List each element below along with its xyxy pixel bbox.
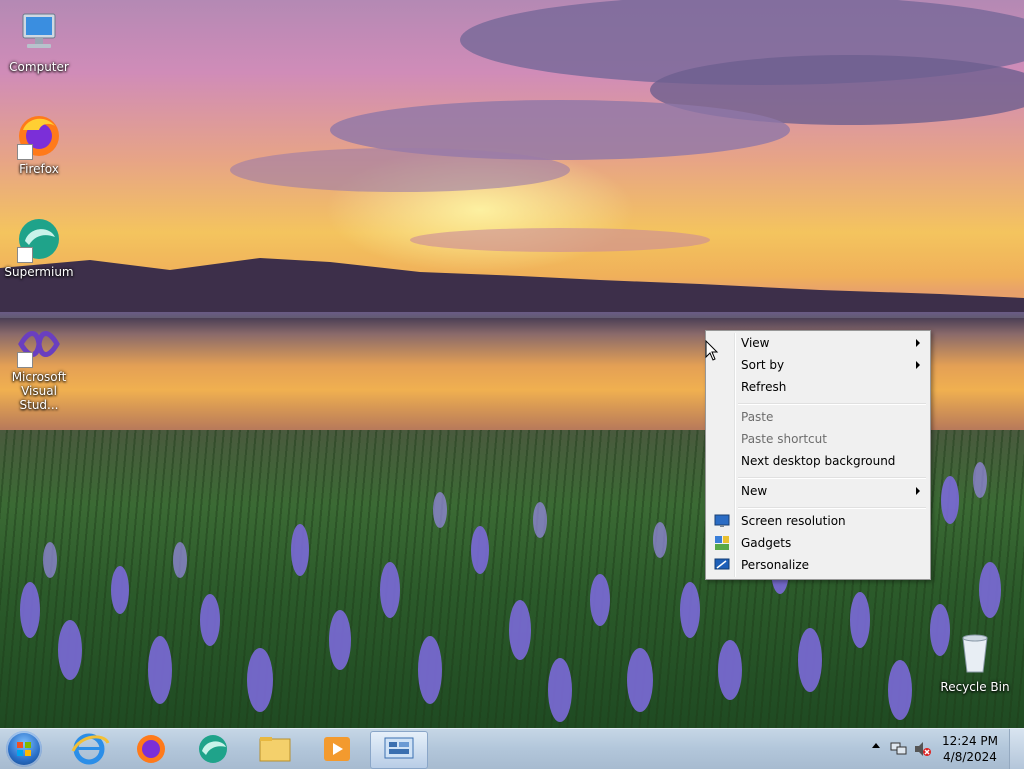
- start-orb-icon: [17, 742, 31, 756]
- menu-item-label: Personalize: [741, 558, 810, 572]
- menu-item-screen-resolution[interactable]: Screen resolution: [708, 510, 928, 532]
- desktop-icon-computer[interactable]: Computer: [1, 10, 77, 74]
- menu-item-gadgets[interactable]: Gadgets: [708, 532, 928, 554]
- volume-muted-icon[interactable]: [914, 741, 932, 757]
- computer-icon: [15, 10, 63, 58]
- desktop-icon-label: Firefox: [19, 162, 59, 176]
- supermium-icon: [199, 735, 227, 763]
- taskbar-internet-explorer[interactable]: [64, 731, 114, 767]
- mouse-cursor-icon: [705, 340, 719, 361]
- menu-item-paste-shortcut[interactable]: Paste shortcut: [708, 428, 928, 450]
- media-player-icon: [324, 737, 350, 761]
- desktop-context-menu: View Sort by Refresh Paste Paste shortcu…: [705, 330, 931, 580]
- menu-item-personalize[interactable]: Personalize: [708, 554, 928, 576]
- menu-item-label: Next desktop background: [741, 454, 896, 468]
- recycle-bin-icon: [951, 630, 999, 678]
- desktop-icon-supermium[interactable]: Supermium: [1, 215, 77, 279]
- shortcut-arrow-icon: [17, 144, 33, 160]
- desktop-icon-visual-studio[interactable]: Microsoft Visual Stud...: [1, 320, 77, 412]
- menu-item-label: Screen resolution: [741, 514, 846, 528]
- menu-item-label: View: [741, 336, 770, 350]
- taskbar-file-explorer[interactable]: [250, 731, 300, 767]
- menu-separator: [738, 477, 926, 479]
- screen-resolution-icon: [714, 514, 730, 527]
- personalize-icon: [714, 558, 730, 570]
- supermium-icon: [15, 215, 63, 263]
- internet-explorer-icon: [71, 733, 110, 765]
- file-explorer-icon: [259, 737, 291, 762]
- menu-item-paste[interactable]: Paste: [708, 406, 928, 428]
- submenu-arrow-icon: [916, 361, 920, 369]
- taskbar-firefox[interactable]: [126, 731, 176, 767]
- gadgets-icon: [715, 536, 729, 550]
- shortcut-arrow-icon: [17, 352, 33, 368]
- visual-studio-icon: [15, 320, 63, 368]
- menu-item-sort-by[interactable]: Sort by: [708, 354, 928, 376]
- menu-item-label: Sort by: [741, 358, 785, 372]
- firefox-icon: [137, 735, 165, 763]
- menu-item-new[interactable]: New: [708, 480, 928, 502]
- submenu-arrow-icon: [916, 339, 920, 347]
- desktop-icon-label: Supermium: [4, 265, 74, 279]
- menu-item-refresh[interactable]: Refresh: [708, 376, 928, 398]
- show-hidden-icons-icon[interactable]: [872, 743, 880, 748]
- taskbar-supermium[interactable]: [188, 731, 238, 767]
- submenu-arrow-icon: [916, 487, 920, 495]
- show-desktop-button[interactable]: [1009, 729, 1024, 769]
- system-clock[interactable]: 12:24 PM 4/8/2024: [942, 733, 998, 765]
- desktop-icon-label: Microsoft Visual Stud...: [11, 370, 67, 412]
- taskbar: 12:24 PM 4/8/2024: [0, 728, 1024, 769]
- menu-item-next-desktop-background[interactable]: Next desktop background: [708, 450, 928, 472]
- notification-area: 12:24 PM 4/8/2024: [864, 729, 1024, 769]
- menu-item-label: Paste shortcut: [741, 432, 827, 446]
- start-button[interactable]: [6, 731, 42, 767]
- network-icon[interactable]: [890, 741, 908, 757]
- taskbar-media-player[interactable]: [312, 731, 362, 767]
- desktop-icon-label: Computer: [9, 60, 69, 74]
- menu-separator: [738, 403, 926, 405]
- desktop-icon-recycle-bin[interactable]: Recycle Bin: [937, 630, 1013, 694]
- firefox-icon: [15, 112, 63, 160]
- menu-item-label: New: [741, 484, 768, 498]
- taskbar-control-panel[interactable]: [370, 731, 428, 769]
- menu-separator: [738, 507, 926, 509]
- menu-item-label: Refresh: [741, 380, 787, 394]
- menu-item-view[interactable]: View: [708, 332, 928, 354]
- desktop-icon-firefox[interactable]: Firefox: [1, 112, 77, 176]
- clock-date: 4/8/2024: [943, 750, 997, 764]
- menu-item-label: Gadgets: [741, 536, 792, 550]
- control-panel-icon: [384, 737, 414, 759]
- desktop-background[interactable]: Computer Firefox Supermium Microsoft Vis…: [0, 0, 1024, 728]
- clock-time: 12:24 PM: [942, 734, 998, 748]
- shortcut-arrow-icon: [17, 247, 33, 263]
- menu-item-label: Paste: [741, 410, 774, 424]
- desktop-icon-label: Recycle Bin: [940, 680, 1010, 694]
